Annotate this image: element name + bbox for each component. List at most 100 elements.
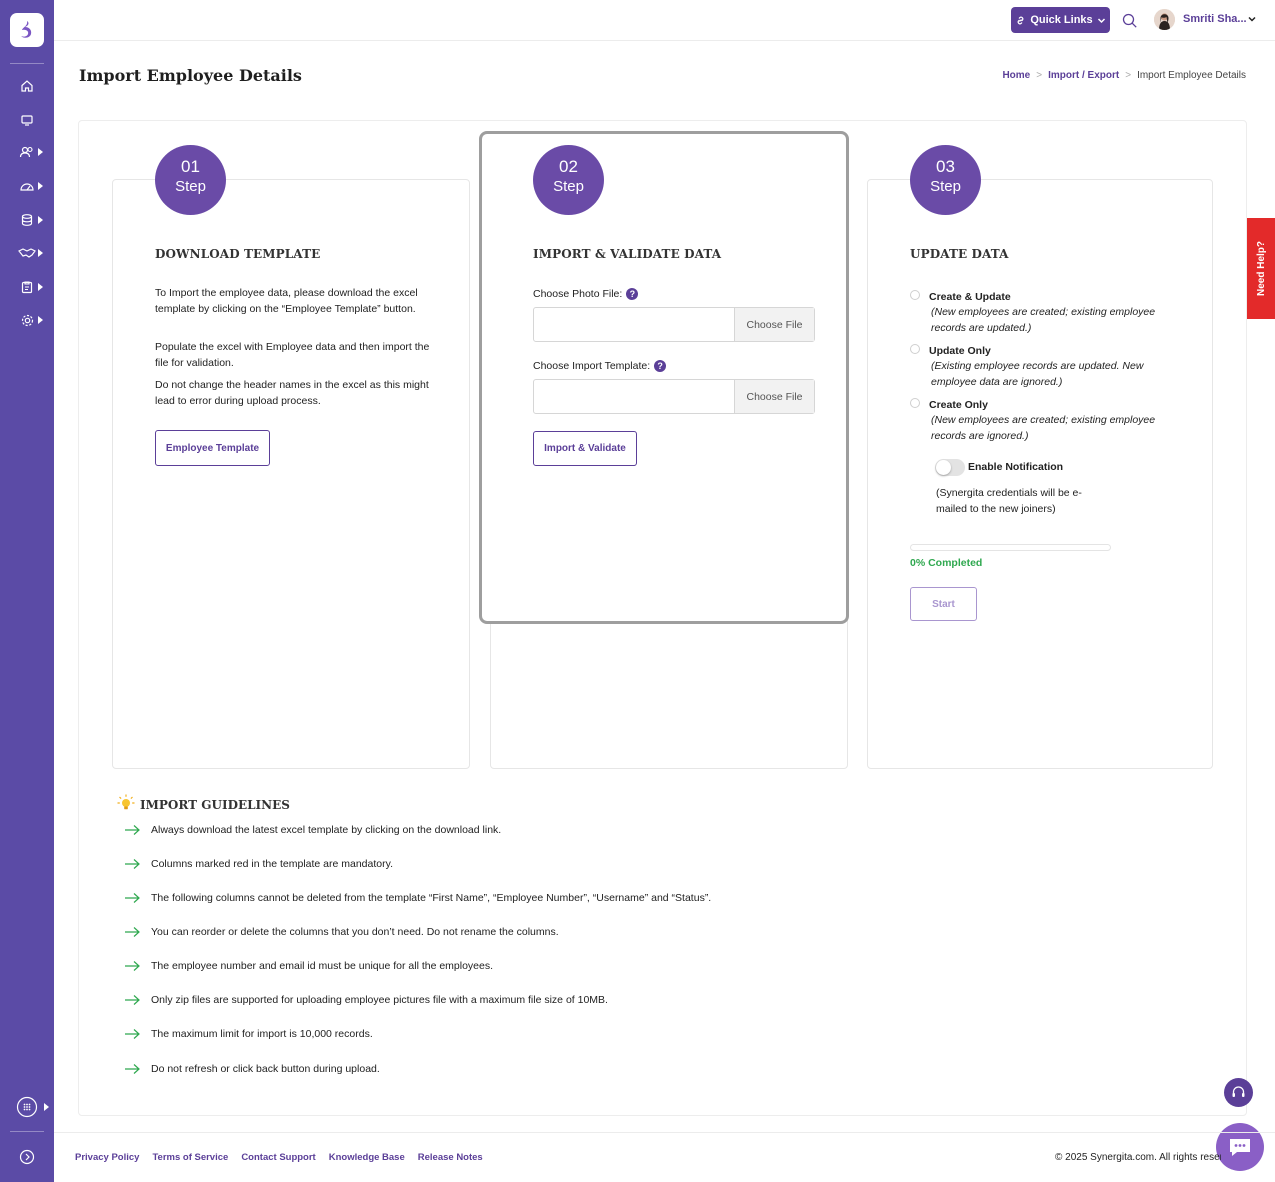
step-2-title: IMPORT & VALIDATE DATA <box>533 247 722 261</box>
chevron-right-icon <box>38 216 43 224</box>
user-name[interactable]: Smriti Sha... <box>1183 13 1247 25</box>
template-choose-file-button[interactable]: Choose File <box>734 380 814 413</box>
guideline-item: Do not refresh or click back button duri… <box>124 1063 380 1075</box>
option-create-update-label[interactable]: Create & Update <box>929 291 1011 303</box>
sidebar-item-dashboard[interactable] <box>0 108 54 132</box>
sidebar-item-engagement[interactable] <box>0 241 54 265</box>
guideline-text: The maximum limit for import is 10,000 r… <box>151 1028 373 1040</box>
gauge-icon <box>20 183 34 191</box>
chevron-down-icon <box>1097 17 1105 23</box>
start-button[interactable]: Start <box>910 587 977 621</box>
sidebar-item-tasks[interactable] <box>0 275 54 299</box>
support-button[interactable] <box>1224 1078 1253 1107</box>
chevron-down-icon[interactable] <box>1247 14 1257 24</box>
breadcrumb-import-export[interactable]: Import / Export <box>1048 70 1119 81</box>
guideline-item: Always download the latest excel templat… <box>124 824 501 836</box>
guideline-item: The following columns cannot be deleted … <box>124 892 711 904</box>
import-validate-button[interactable]: Import & Validate <box>533 431 637 466</box>
footer-link-privacy[interactable]: Privacy Policy <box>75 1152 139 1163</box>
step-1-title: DOWNLOAD TEMPLATE <box>155 247 321 261</box>
chevron-right-icon <box>38 182 43 190</box>
import-template-path[interactable] <box>534 380 734 413</box>
guidelines-title: IMPORT GUIDELINES <box>140 798 290 812</box>
link-icon <box>1017 16 1024 24</box>
arrow-right-icon <box>125 995 140 1005</box>
radio-create-update[interactable] <box>910 290 920 300</box>
breadcrumb-separator: > <box>1036 70 1043 81</box>
footer-link-release-notes[interactable]: Release Notes <box>418 1152 483 1163</box>
arrow-right-icon <box>125 927 140 937</box>
option-create-only-desc: (New employees are created; existing emp… <box>931 414 1156 442</box>
enable-notification-toggle[interactable] <box>935 459 965 476</box>
toggle-knob <box>936 460 951 475</box>
footer-link-contact[interactable]: Contact Support <box>241 1152 315 1163</box>
expand-circle-icon <box>19 1149 35 1165</box>
chevron-right-icon <box>44 1103 49 1111</box>
footer-link-terms[interactable]: Terms of Service <box>152 1152 228 1163</box>
progress-text: 0% Completed <box>910 557 983 569</box>
arrow-right-icon <box>125 961 140 971</box>
option-create-update-desc: (New employees are created; existing emp… <box>931 306 1156 334</box>
footer: Privacy Policy Terms of Service Contact … <box>54 1132 1275 1182</box>
breadcrumb-home[interactable]: Home <box>1002 70 1030 81</box>
step-2-badge: 02 Step <box>533 145 604 215</box>
photo-choose-file-button[interactable]: Choose File <box>734 308 814 341</box>
need-help-tab[interactable]: Need Help? <box>1247 218 1275 319</box>
option-create-only-label[interactable]: Create Only <box>929 399 988 411</box>
photo-file-label: Choose Photo File: ? <box>533 288 639 300</box>
synergita-logo[interactable] <box>10 13 44 47</box>
monitor-icon <box>21 115 33 126</box>
footer-links: Privacy Policy Terms of Service Contact … <box>75 1152 483 1163</box>
quick-links-label: Quick Links <box>1030 14 1093 26</box>
option-update-only-label[interactable]: Update Only <box>929 345 991 357</box>
arrow-right-icon <box>125 859 140 869</box>
step-number: 02 <box>559 157 578 176</box>
search-icon[interactable] <box>1121 12 1139 30</box>
sidebar-item-home[interactable] <box>0 74 54 98</box>
copyright: © 2025 Synergita.com. All rights reserve… <box>1055 1152 1221 1163</box>
database-icon <box>21 214 33 226</box>
radio-create-only[interactable] <box>910 398 920 408</box>
sidebar-item-people[interactable] <box>0 140 54 164</box>
help-icon[interactable]: ? <box>626 288 639 300</box>
step-number: 03 <box>936 157 955 176</box>
guideline-item: You can reorder or delete the columns th… <box>124 926 559 938</box>
option-update-only-desc: (Existing employee records are updated. … <box>931 360 1144 388</box>
chevron-right-icon <box>38 148 43 156</box>
radio-update-only[interactable] <box>910 344 920 354</box>
progress-bar <box>910 544 1111 551</box>
sidebar <box>0 0 54 1182</box>
help-icon[interactable]: ? <box>654 360 667 372</box>
sidebar-item-settings[interactable] <box>0 308 54 332</box>
expand-sidebar-button[interactable] <box>0 1145 54 1169</box>
lightbulb-icon <box>117 794 135 810</box>
footer-link-knowledge-base[interactable]: Knowledge Base <box>329 1152 405 1163</box>
sidebar-item-data[interactable] <box>0 208 54 232</box>
page-title: Import Employee Details <box>79 66 302 85</box>
guideline-text: Columns marked red in the template are m… <box>151 858 394 870</box>
enable-notification-desc: (Synergita credentials will be e-mailed … <box>936 487 1082 515</box>
step-1-badge: 01 Step <box>155 145 226 215</box>
step-1-card <box>112 179 470 769</box>
employee-template-button[interactable]: Employee Template <box>155 430 270 466</box>
photo-file-path[interactable] <box>534 308 734 341</box>
import-template-input[interactable]: Choose File <box>533 379 815 414</box>
step-label: Step <box>930 178 961 195</box>
sidebar-item-performance[interactable] <box>0 174 54 198</box>
guideline-text: The employee number and email id must be… <box>151 960 494 972</box>
user-avatar-icon <box>1154 9 1175 30</box>
apps-grid-icon <box>16 1096 38 1118</box>
sidebar-item-apps[interactable] <box>0 1095 54 1119</box>
guideline-text: Always download the latest excel templat… <box>151 824 502 836</box>
sidebar-divider <box>10 63 44 64</box>
import-template-label: Choose Import Template: ? <box>533 360 667 372</box>
guideline-item: The employee number and email id must be… <box>124 960 493 972</box>
photo-file-input[interactable]: Choose File <box>533 307 815 342</box>
breadcrumb-current: Import Employee Details <box>1137 70 1246 81</box>
guideline-item: Columns marked red in the template are m… <box>124 858 393 870</box>
arrow-right-icon <box>125 1029 140 1039</box>
quick-links-button[interactable]: Quick Links <box>1011 7 1110 33</box>
step-1-instruction: To Import the employee data, please down… <box>155 287 418 315</box>
top-bar: Quick Links Smriti Sha... <box>54 0 1275 41</box>
avatar[interactable] <box>1154 9 1175 30</box>
